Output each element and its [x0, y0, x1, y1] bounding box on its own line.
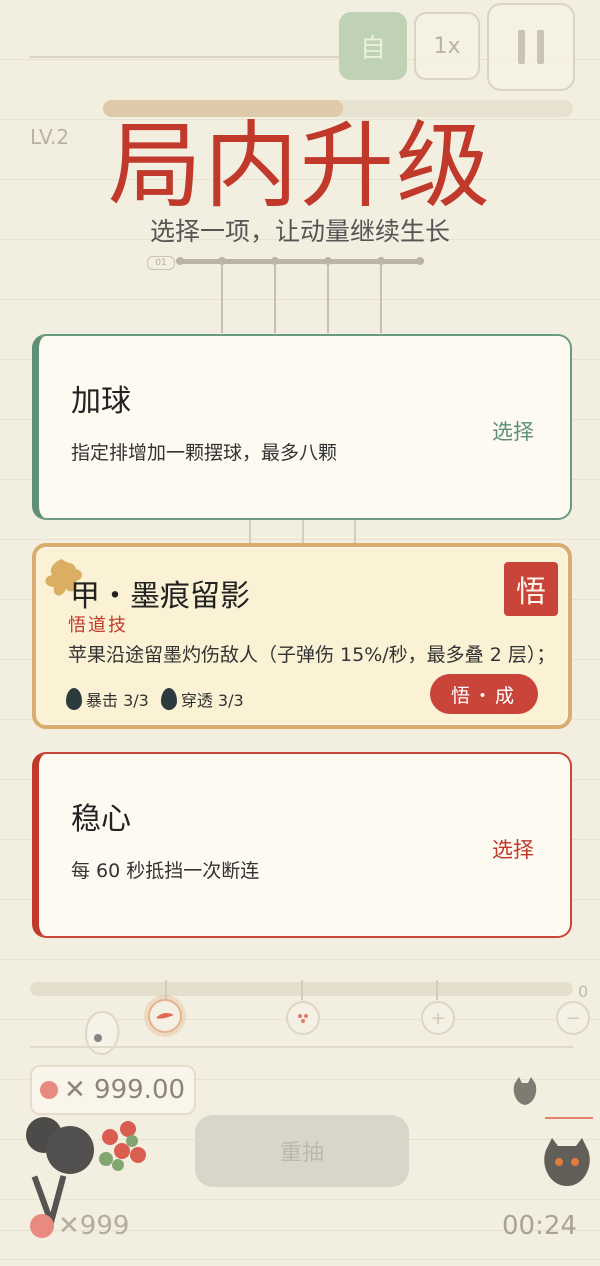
- card-description: 指定排增加一颗摆球，最多八颗: [71, 442, 338, 464]
- card-title: 甲・墨痕留影: [70, 579, 250, 614]
- cat-icon: [513, 1077, 537, 1105]
- branch-line: [380, 263, 382, 333]
- tag-crit: 暴击 3/3: [66, 687, 149, 711]
- tag-label: 暴击 3/3: [86, 691, 149, 710]
- branch-tag: 01: [147, 256, 175, 270]
- timer: 00:24: [502, 1211, 577, 1241]
- ink-drop-icon: [66, 688, 82, 710]
- timeline-end-label: 0: [578, 982, 589, 1001]
- select-button[interactable]: 选择: [492, 416, 534, 446]
- branch-line: [274, 263, 276, 333]
- upgrade-card-steady-heart[interactable]: 稳心 每 60 秒抵挡一次断连 选择: [32, 752, 572, 938]
- plus-icon[interactable]: +: [421, 1001, 455, 1035]
- ghost-mascot-icon: [84, 1010, 120, 1056]
- lower-divider: [30, 1046, 573, 1048]
- timeline-tick: [165, 980, 167, 1000]
- upgrade-card-ink-trail[interactable]: 甲・墨痕留影 悟道技 苹果沿途留墨灼伤敌人（子弹伤 15%/秒，最多叠 2 层）…: [32, 543, 572, 729]
- tag-pierce: 穿透 3/3: [160, 687, 244, 711]
- card-title: 加球: [71, 384, 131, 419]
- owl-icon: [544, 1138, 590, 1186]
- enlighten-badge: 悟: [504, 562, 558, 616]
- minus-icon[interactable]: −: [556, 1001, 590, 1035]
- branch-rail: [180, 259, 424, 264]
- select-button[interactable]: 选择: [492, 834, 534, 864]
- card-title: 稳心: [71, 802, 131, 837]
- lives-amount: ✕999: [58, 1211, 130, 1241]
- branch-line: [221, 263, 223, 333]
- card-description: 苹果沿途留墨灼伤敌人（子弹伤 15%/秒，最多叠 2 层）；: [68, 644, 556, 666]
- pause-icon: [512, 30, 550, 64]
- card-tags: 暴击 3/3 穿透 3/3: [66, 687, 244, 711]
- brush-icon[interactable]: [148, 999, 182, 1033]
- dots-icon[interactable]: [286, 1001, 320, 1035]
- pause-button[interactable]: [487, 3, 575, 91]
- upgrade-card-add-ball[interactable]: 加球 指定排增加一颗摆球，最多八颗 选择: [32, 334, 572, 520]
- page-subtitle: 选择一项，让动量继续生长: [149, 217, 450, 246]
- reroll-button[interactable]: 重抽: [195, 1115, 409, 1187]
- tag-label: 穿透 3/3: [180, 691, 244, 710]
- ink-drop-icon: [160, 688, 177, 710]
- accent-line: [545, 1117, 593, 1119]
- lives-counter: ✕999: [30, 1211, 129, 1241]
- top-divider: [30, 56, 340, 58]
- speed-button[interactable]: 1x: [414, 12, 480, 80]
- branch-node: [416, 257, 424, 265]
- apple-icon: [30, 1214, 54, 1238]
- auto-button[interactable]: 自: [339, 12, 407, 80]
- card-description: 每 60 秒抵挡一次断连: [71, 860, 260, 882]
- branch-line: [327, 263, 329, 333]
- timeline-tick: [301, 980, 303, 1000]
- enlighten-complete-button[interactable]: 悟・成: [430, 674, 538, 714]
- card-subtitle: 悟道技: [68, 615, 128, 636]
- branch-node: [176, 257, 184, 265]
- timeline-tick: [436, 980, 438, 1000]
- page-title: 局内升级: [107, 112, 492, 221]
